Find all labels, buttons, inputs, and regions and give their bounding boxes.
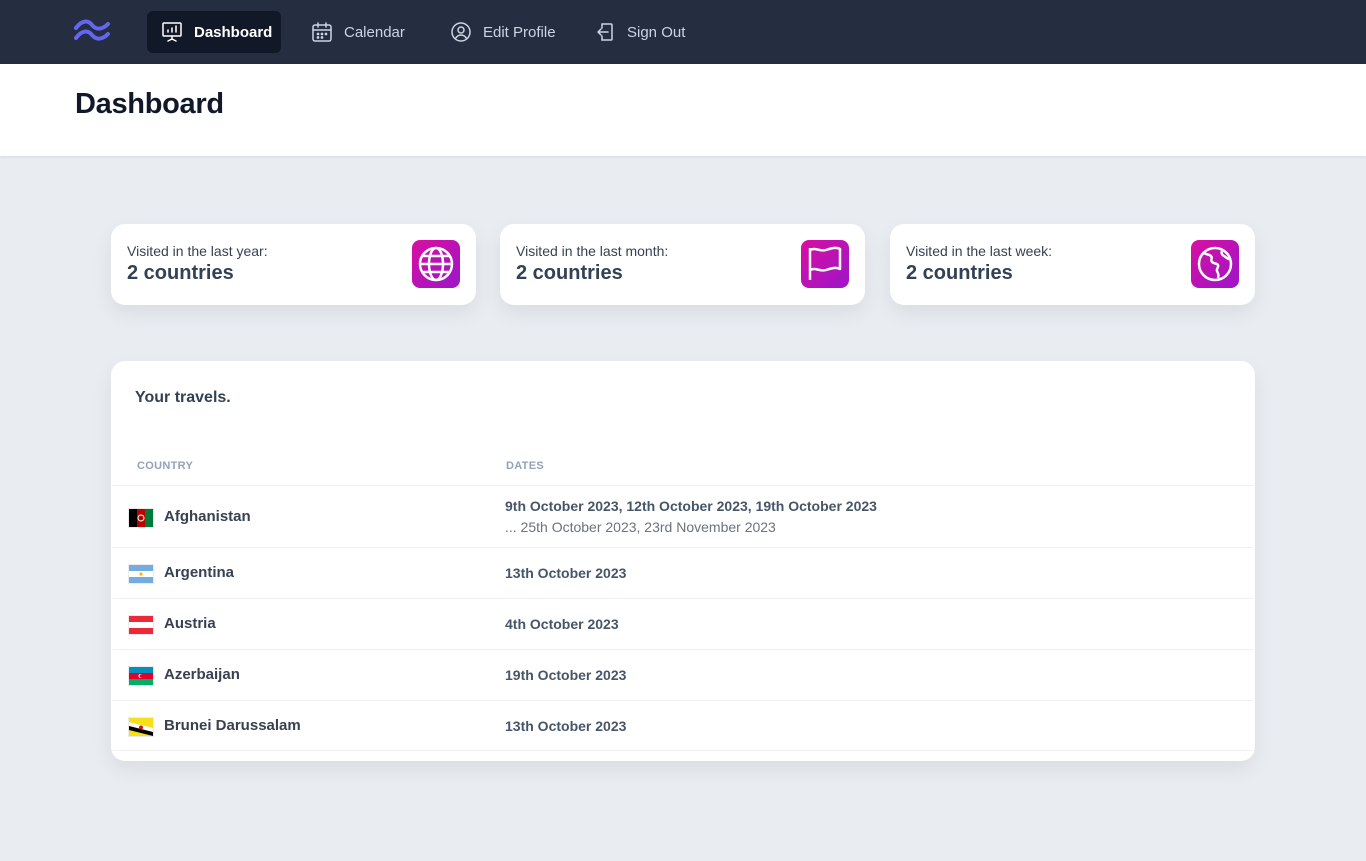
column-divider: [493, 486, 497, 547]
column-divider: [493, 650, 497, 700]
user-circle-icon: [449, 20, 473, 44]
afghanistan-flag: [129, 509, 153, 527]
nav-label: Sign Out: [627, 23, 686, 41]
presentation-chart-icon: [160, 20, 184, 44]
table-row[interactable]: Afghanistan 9th October 2023, 12th Octob…: [113, 485, 1253, 547]
page-title: Dashboard: [75, 88, 224, 120]
nav-label: Calendar: [344, 23, 405, 41]
stat-card-month: Visited in the last month: 2 countries: [500, 224, 865, 305]
table-row[interactable]: Brunei Darussalam 13th October 2023: [113, 700, 1253, 751]
stat-label: Visited in the last year:: [127, 243, 268, 259]
stat-label: Visited in the last week:: [906, 243, 1053, 259]
austria-flag: [129, 616, 153, 634]
page-header: Dashboard: [0, 64, 1366, 156]
stat-card-year: Visited in the last year: 2 countries: [111, 224, 476, 305]
flag-icon: [801, 240, 849, 288]
nav-item-sign-out[interactable]: Sign Out: [580, 11, 700, 53]
country-name: Brunei Darussalam: [164, 717, 301, 734]
travels-table-card: Your travels. COUNTRY DATES Afghanistan …: [111, 361, 1255, 761]
top-navbar: Dashboard Calendar Edit Profile Sign Out: [0, 0, 1366, 64]
dates-value: 19th October 2023: [505, 667, 627, 683]
brunei-flag: [129, 718, 153, 736]
stat-value: 2 countries: [127, 262, 234, 284]
nav-item-calendar[interactable]: Calendar: [297, 11, 423, 53]
country-name: Afghanistan: [164, 508, 251, 525]
table-row[interactable]: Azerbaijan 19th October 2023: [113, 649, 1253, 700]
table-row[interactable]: Argentina 13th October 2023: [113, 547, 1253, 598]
column-divider: [493, 701, 497, 750]
stat-value: 2 countries: [516, 262, 623, 284]
column-header-dates: DATES: [506, 460, 544, 472]
travels-title: Your travels.: [135, 389, 231, 406]
stat-label: Visited in the last month:: [516, 243, 669, 259]
calendar-icon: [310, 20, 334, 44]
column-header-country: COUNTRY: [137, 460, 194, 472]
dates-value: 13th October 2023: [505, 565, 627, 581]
dates-value: 9th October 2023, 12th October 2023, 19t…: [505, 498, 877, 514]
globe-icon: [412, 240, 460, 288]
stat-card-week: Visited in the last week: 2 countries: [890, 224, 1255, 305]
app-logo-icon[interactable]: [74, 18, 110, 46]
dates-value: 4th October 2023: [505, 616, 619, 632]
country-name: Azerbaijan: [164, 666, 240, 683]
globe-americas-icon: [1191, 240, 1239, 288]
table-row[interactable]: Austria 4th October 2023: [113, 598, 1253, 649]
nav-item-dashboard[interactable]: Dashboard: [147, 11, 281, 53]
column-divider: [493, 599, 497, 649]
stat-value: 2 countries: [906, 262, 1013, 284]
dates-more: ... 25th October 2023, 23rd November 202…: [505, 519, 776, 535]
column-divider: [493, 548, 497, 598]
nav-label: Edit Profile: [483, 23, 556, 41]
country-name: Argentina: [164, 564, 235, 581]
dates-value: 13th October 2023: [505, 718, 627, 734]
azerbaijan-flag: [129, 667, 153, 685]
sign-out-icon: [593, 20, 617, 44]
argentina-flag: [129, 565, 153, 583]
country-name: Austria: [164, 615, 216, 632]
nav-label: Dashboard: [194, 23, 273, 41]
nav-item-edit-profile[interactable]: Edit Profile: [436, 11, 568, 53]
